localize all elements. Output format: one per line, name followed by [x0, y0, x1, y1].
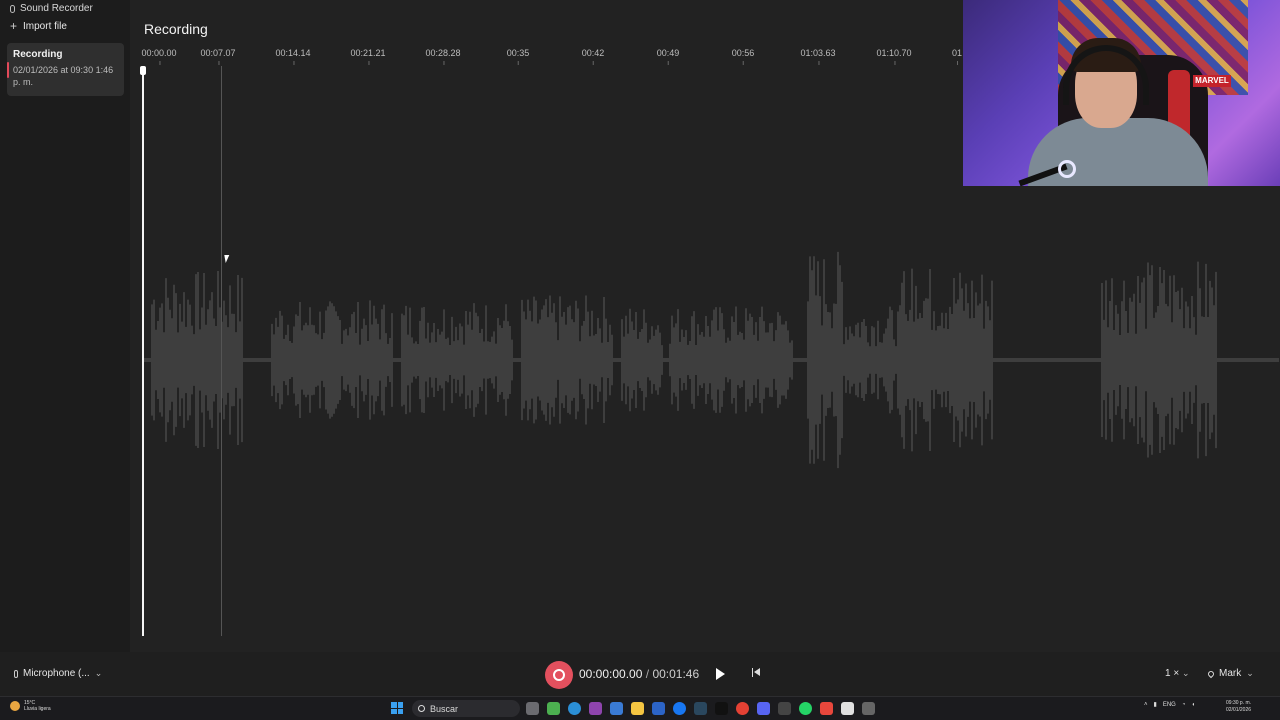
- playhead-handle[interactable]: [140, 66, 146, 75]
- taskbar-apps: [526, 702, 875, 715]
- chevron-down-icon: ⌄: [1246, 668, 1254, 678]
- search-placeholder: Buscar: [430, 703, 459, 714]
- app-icon[interactable]: [589, 702, 602, 715]
- ruler-tick: 01: [951, 48, 963, 65]
- time-separator: /: [645, 667, 650, 681]
- app-mic-icon: [10, 4, 15, 13]
- app-icon[interactable]: [715, 702, 728, 715]
- app-title: Sound Recorder: [10, 3, 93, 14]
- audio-waveform[interactable]: [142, 200, 1280, 520]
- clock-date: 02/01/2026: [1226, 707, 1252, 713]
- app-icon[interactable]: [820, 702, 833, 715]
- webcam-overlay: MARVEL: [963, 0, 1280, 186]
- playback-speed-dropdown[interactable]: 1 × ⌄: [1165, 668, 1190, 679]
- position-marker: [221, 66, 222, 636]
- task-view-icon[interactable]: [526, 702, 539, 715]
- taskbar-clock[interactable]: 09:30 p. m. 02/01/2026: [1226, 700, 1251, 714]
- mark-button[interactable]: Mark ⌄: [1206, 668, 1254, 679]
- microphone-icon: [14, 669, 18, 678]
- taskbar-search[interactable]: Buscar: [412, 700, 520, 717]
- weather-icon: [10, 701, 20, 711]
- skip-to-start-button[interactable]: [748, 665, 764, 681]
- language-indicator[interactable]: ENG: [1163, 702, 1176, 708]
- recording-list-item[interactable]: Recording 02/01/2026 at 09:30 1:46 p. m.: [7, 43, 124, 96]
- chevron-down-icon: ⌄: [1181, 668, 1190, 678]
- microphone-dropdown[interactable]: Microphone (... ⌄: [14, 668, 102, 679]
- current-time: 00:00:00.00: [579, 667, 643, 681]
- plus-icon: +: [10, 19, 18, 33]
- page-title: Recording: [144, 21, 208, 37]
- import-file-label: Import file: [23, 20, 67, 32]
- ruler-tick: 00:14.14: [275, 48, 311, 65]
- ruler-tick: 01:10.70: [876, 48, 912, 65]
- selected-indicator: [7, 62, 9, 78]
- network-icon[interactable]: ◔: [1182, 702, 1186, 708]
- app-icon[interactable]: [841, 702, 854, 715]
- person-shirt: [1028, 118, 1208, 186]
- import-file-button[interactable]: + Import file: [10, 19, 67, 33]
- sidebar: Sound Recorder + Import file Recording 0…: [0, 0, 130, 652]
- steam-icon[interactable]: [694, 702, 707, 715]
- volume-icon[interactable]: ◖: [1191, 702, 1195, 708]
- start-button[interactable]: [391, 702, 403, 714]
- app-icon[interactable]: [610, 702, 623, 715]
- taskbar: 15°C Lluvia ligera Buscar ˄ ▮ ENG ◔ ◖ 09…: [0, 696, 1280, 720]
- mark-label: Mark: [1219, 668, 1242, 679]
- facebook-icon[interactable]: [673, 702, 686, 715]
- play-button[interactable]: [709, 663, 731, 685]
- playhead[interactable]: [142, 70, 144, 636]
- playback-bar: Microphone (... ⌄ 00:00:00.00 / 00:01:46…: [0, 652, 1280, 696]
- mic-tray-icon[interactable]: ▮: [1154, 701, 1157, 708]
- folder-icon[interactable]: [631, 702, 644, 715]
- chrome-icon[interactable]: [736, 702, 749, 715]
- ruler-tick: 00:28.28: [425, 48, 461, 65]
- sound-recorder-icon[interactable]: [862, 702, 875, 715]
- marvel-logo: MARVEL: [1193, 75, 1231, 87]
- app-icon[interactable]: [652, 702, 665, 715]
- ruler-tick: 00:35: [506, 48, 530, 65]
- chevron-down-icon: ⌄: [94, 668, 103, 678]
- app-icon[interactable]: [778, 702, 791, 715]
- weather-widget[interactable]: 15°C Lluvia ligera: [10, 700, 51, 712]
- microphone-label: Microphone (...: [23, 668, 90, 679]
- ruler-tick: 00:49: [656, 48, 680, 65]
- app-title-text: Sound Recorder: [20, 3, 93, 14]
- record-button[interactable]: [545, 661, 573, 689]
- ruler-tick: 00:00.00: [141, 48, 177, 65]
- nvidia-icon[interactable]: [547, 702, 560, 715]
- microphone-ring-icon: [1058, 160, 1076, 178]
- total-time: 00:01:46: [652, 667, 700, 681]
- system-tray: ˄ ▮ ENG ◔ ◖: [1144, 701, 1195, 709]
- edge-icon[interactable]: [568, 702, 581, 715]
- whatsapp-icon[interactable]: [799, 702, 812, 715]
- weather-desc: Lluvia ligera: [24, 706, 51, 712]
- ruler-tick: 00:21.21: [350, 48, 386, 65]
- search-icon: [418, 705, 425, 712]
- recording-date: 02/01/2026 at 09:30 1:46 p. m.: [13, 65, 114, 87]
- ruler-tick: 00:56: [731, 48, 755, 65]
- recording-name: Recording: [13, 49, 63, 60]
- discord-icon[interactable]: [757, 702, 770, 715]
- ruler-tick: 00:07.07: [200, 48, 236, 65]
- location-pin-icon: [1206, 669, 1216, 678]
- speed-label: 1 ×: [1165, 668, 1180, 679]
- ruler-tick: 01:03.63: [800, 48, 836, 65]
- chevron-up-icon[interactable]: ˄: [1144, 702, 1148, 708]
- time-display: 00:00:00.00 / 00:01:46: [579, 667, 699, 681]
- ruler-tick: 00:42: [581, 48, 605, 65]
- clock-time: 09:30 p. m.: [1226, 700, 1252, 706]
